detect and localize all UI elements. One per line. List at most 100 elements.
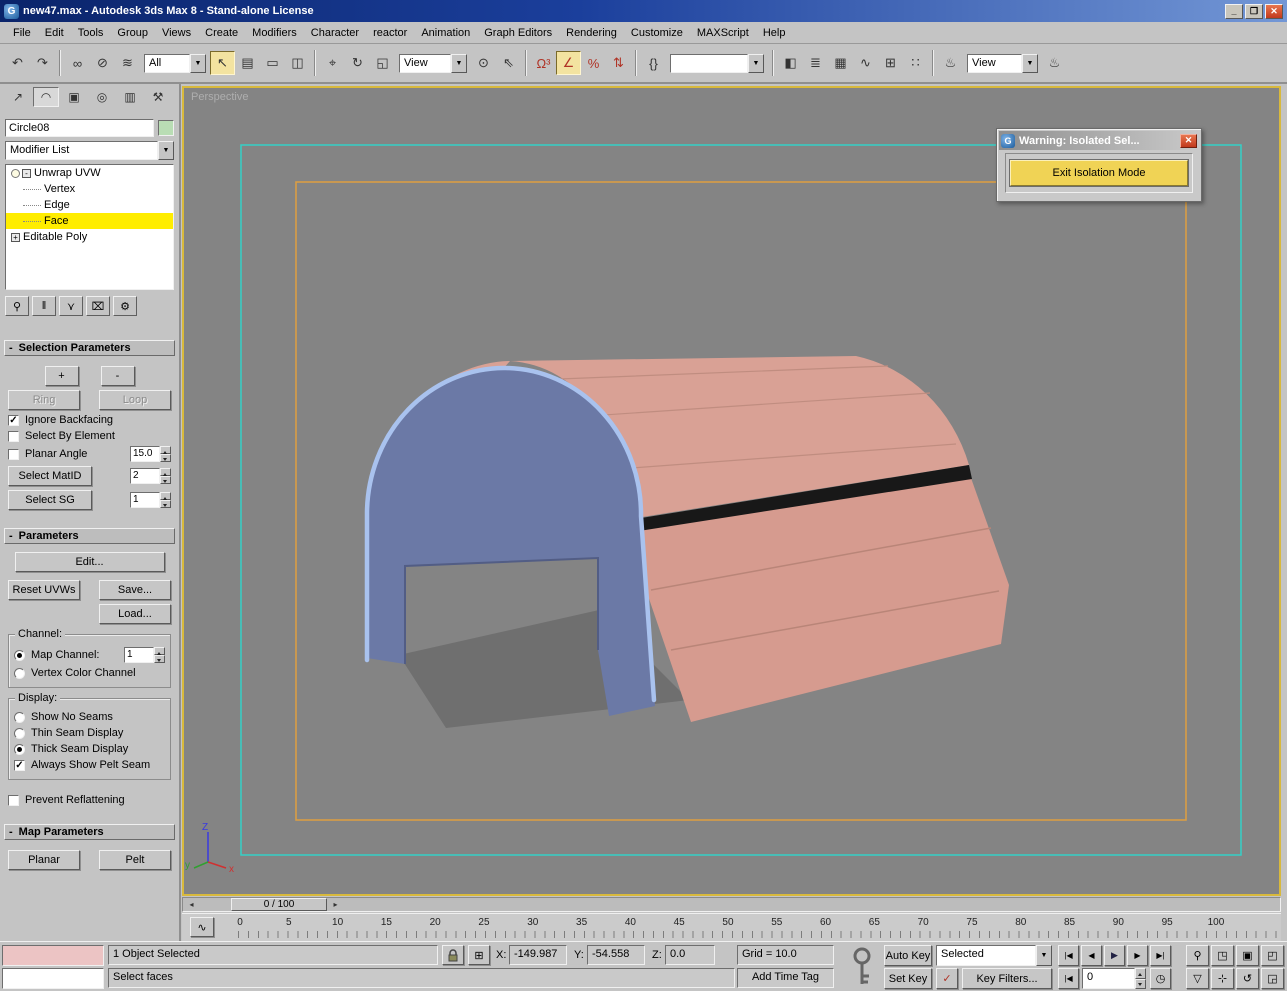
maximize-button[interactable]: ❐: [1245, 3, 1263, 19]
snap-toggle-3d-icon[interactable]: Ω³: [531, 51, 556, 75]
dropdown-arrow-icon[interactable]: ▼: [1022, 53, 1038, 73]
material-editor-icon[interactable]: ∷: [903, 51, 928, 75]
key-filter-selected-dropdown[interactable]: Selected ▼: [936, 945, 1052, 966]
key-mode-toggle-icon[interactable]: |◀: [1058, 968, 1079, 989]
mirror-icon[interactable]: ◧: [778, 51, 803, 75]
percent-snap-toggle-icon[interactable]: %: [581, 51, 606, 75]
zoom-extents-icon[interactable]: ▣: [1236, 945, 1259, 966]
arc-rotate-icon[interactable]: ↺: [1236, 968, 1259, 989]
auto-key-button[interactable]: Auto Key: [884, 945, 932, 966]
keyboard-override-toggle[interactable]: [847, 946, 877, 988]
select-by-element-checkbox[interactable]: [8, 430, 19, 442]
selection-filter-dropdown[interactable]: All ▼: [144, 53, 206, 73]
close-button[interactable]: ✕: [1265, 3, 1283, 19]
key-filter-toggle-icon[interactable]: ✓: [936, 968, 958, 989]
tab-motion-icon[interactable]: ◎: [89, 87, 115, 107]
selection-region-icon[interactable]: ▭: [260, 51, 285, 75]
map-channel-field[interactable]: 1: [124, 647, 154, 663]
time-step-forward-icon[interactable]: ▸: [329, 898, 342, 911]
menu-character[interactable]: Character: [304, 24, 366, 42]
expand-box-icon[interactable]: +: [11, 232, 20, 242]
dialog-close-icon[interactable]: ✕: [1180, 133, 1197, 148]
planar-angle-spinner[interactable]: [160, 446, 171, 462]
select-matid-button[interactable]: Select MatID: [8, 466, 92, 486]
menu-tools[interactable]: Tools: [71, 24, 111, 42]
key-filters-button[interactable]: Key Filters...: [962, 968, 1052, 989]
matid-spinner[interactable]: [160, 468, 171, 484]
always-show-pelt-seam-checkbox[interactable]: ✓: [14, 759, 25, 771]
maxscript-macro-recorder[interactable]: [2, 945, 104, 966]
menu-group[interactable]: Group: [110, 24, 155, 42]
tab-display-icon[interactable]: ▥: [117, 87, 143, 107]
rollout-header[interactable]: - Selection Parameters: [4, 340, 175, 356]
track-bar-ruler[interactable]: ∿ 0 5 10 15 20 25 30 35 40 45 50 55 60 6…: [182, 913, 1283, 941]
rollout-header[interactable]: - Parameters: [4, 528, 175, 544]
menu-modifiers[interactable]: Modifiers: [245, 24, 304, 42]
zoom-extents-all-icon[interactable]: ◰: [1261, 945, 1284, 966]
map-channel-spinner[interactable]: [154, 647, 165, 663]
collapse-box-icon[interactable]: -: [22, 168, 31, 178]
sg-spinner[interactable]: [160, 492, 171, 508]
absolute-mode-toggle-icon[interactable]: ⊞: [468, 945, 490, 965]
z-coord-field[interactable]: 0.0: [665, 945, 715, 965]
select-sg-button[interactable]: Select SG: [8, 490, 92, 510]
menu-animation[interactable]: Animation: [414, 24, 477, 42]
vertex-color-radio[interactable]: [14, 667, 25, 679]
tab-create-icon[interactable]: ↗: [5, 87, 31, 107]
time-slider[interactable]: ◂ 0 / 100 ▸: [182, 897, 1281, 912]
tab-utilities-icon[interactable]: ⚒: [145, 87, 171, 107]
previous-frame-icon[interactable]: ◀: [1081, 945, 1102, 966]
named-selection-dropdown[interactable]: ▼: [670, 53, 764, 73]
select-and-move-icon[interactable]: ⌖: [320, 51, 345, 75]
map-channel-radio[interactable]: [14, 649, 25, 661]
pelt-map-button[interactable]: Pelt: [99, 850, 171, 870]
zoom-icon[interactable]: ⚲: [1186, 945, 1209, 966]
tab-modify-icon[interactable]: ◠: [33, 87, 59, 107]
menu-maxscript[interactable]: MAXScript: [690, 24, 756, 42]
shrink-selection-button[interactable]: -: [100, 366, 135, 386]
stack-subitem-face-selected[interactable]: Face: [6, 213, 173, 229]
menu-rendering[interactable]: Rendering: [559, 24, 624, 42]
load-uvws-button[interactable]: Load...: [99, 604, 171, 624]
zoom-all-icon[interactable]: ◳: [1211, 945, 1234, 966]
mini-curve-editor-icon[interactable]: ∿: [190, 917, 214, 937]
show-end-result-icon[interactable]: ‖: [32, 296, 56, 316]
scene-object-arch[interactable]: [364, 356, 1009, 728]
selection-lock-icon[interactable]: [442, 945, 464, 965]
dropdown-arrow-icon[interactable]: ▼: [1036, 945, 1052, 966]
object-color-swatch[interactable]: [158, 120, 174, 136]
exit-isolation-mode-button[interactable]: Exit Isolation Mode: [1010, 160, 1188, 186]
dropdown-arrow-icon[interactable]: ▼: [451, 53, 467, 73]
maxscript-mini-listener[interactable]: [2, 968, 104, 989]
rollout-collapse-icon[interactable]: -: [9, 342, 13, 354]
time-step-back-icon[interactable]: ◂: [185, 898, 198, 911]
planar-map-button[interactable]: Planar: [8, 850, 80, 870]
curve-editor-icon[interactable]: ∿: [853, 51, 878, 75]
play-animation-icon[interactable]: ▶: [1104, 945, 1125, 966]
add-time-tag[interactable]: Add Time Tag: [737, 968, 834, 988]
stack-item-unwrap-uvw[interactable]: - Unwrap UVW: [6, 165, 173, 181]
make-unique-icon[interactable]: ⋎: [59, 296, 83, 316]
ignore-backfacing-checkbox[interactable]: ✓: [8, 414, 19, 426]
reset-uvws-button[interactable]: Reset UVWs: [8, 580, 80, 600]
menu-reactor[interactable]: reactor: [366, 24, 414, 42]
layer-manager-icon[interactable]: ▦: [828, 51, 853, 75]
time-configuration-icon[interactable]: ◷: [1150, 968, 1171, 989]
quick-render-icon[interactable]: ♨: [1042, 51, 1067, 75]
prevent-reflattening-checkbox[interactable]: [8, 794, 19, 806]
menu-file[interactable]: File: [6, 24, 38, 42]
reference-coordinate-dropdown[interactable]: View ▼: [399, 53, 467, 73]
minimize-button[interactable]: _: [1225, 3, 1243, 19]
sg-field[interactable]: 1: [130, 492, 160, 508]
perspective-viewport[interactable]: Perspective Z x y: [182, 86, 1281, 896]
modifier-list-dropdown[interactable]: Modifier List ▼: [5, 141, 174, 160]
loop-button[interactable]: Loop: [99, 390, 171, 410]
modifier-enabled-bulb-icon[interactable]: [11, 168, 20, 178]
save-uvws-button[interactable]: Save...: [99, 580, 171, 600]
stack-subitem-vertex[interactable]: Vertex: [6, 181, 173, 197]
render-scene-icon[interactable]: ♨: [938, 51, 963, 75]
use-pivot-center-icon[interactable]: ⊙: [471, 51, 496, 75]
spinner-snap-toggle-icon[interactable]: ⇅: [606, 51, 631, 75]
select-and-rotate-icon[interactable]: ↻: [345, 51, 370, 75]
menu-create[interactable]: Create: [198, 24, 245, 42]
